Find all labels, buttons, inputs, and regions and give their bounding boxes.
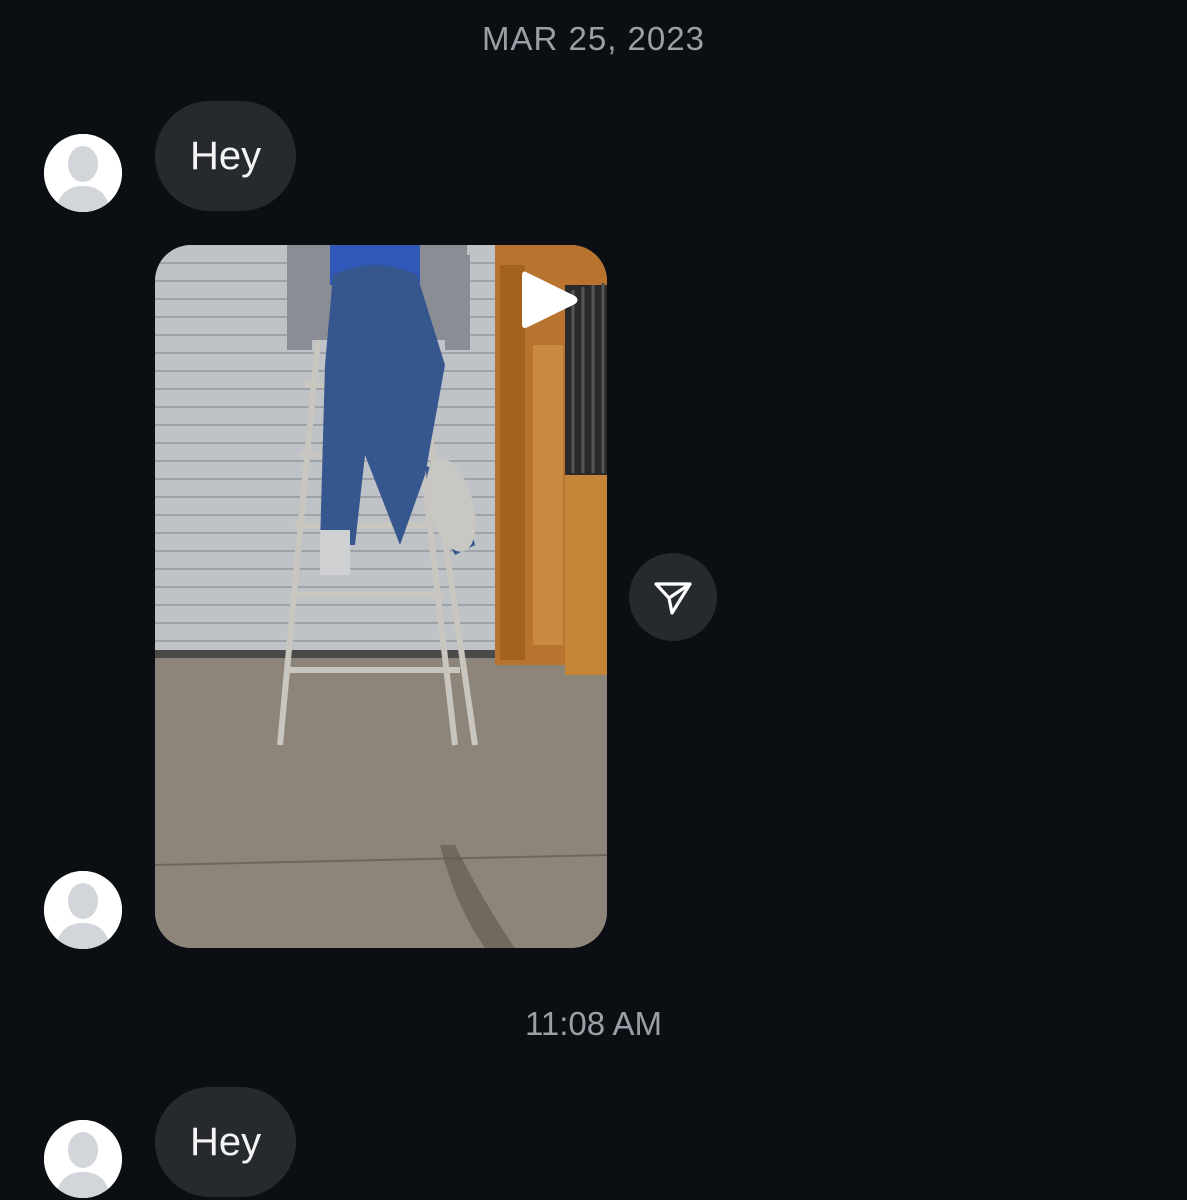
video-thumbnail	[155, 245, 607, 948]
video-message[interactable]	[155, 245, 607, 948]
send-icon	[654, 582, 692, 615]
message-bubble[interactable]: Hey	[155, 1087, 297, 1197]
message-text: Hey	[190, 1119, 262, 1164]
default-avatar-icon	[44, 134, 122, 212]
play-icon[interactable]	[520, 268, 580, 332]
message-bubble[interactable]: Hey	[155, 101, 297, 211]
share-button[interactable]	[629, 553, 717, 641]
message-text: Hey	[190, 133, 262, 178]
sender-avatar[interactable]	[44, 1120, 122, 1198]
default-avatar-icon	[44, 871, 122, 949]
sender-avatar[interactable]	[44, 871, 122, 949]
time-separator: 11:08 AM	[525, 1005, 662, 1042]
sender-avatar[interactable]	[44, 134, 122, 212]
default-avatar-icon	[44, 1120, 122, 1198]
date-separator: MAR 25, 2023	[482, 20, 705, 57]
